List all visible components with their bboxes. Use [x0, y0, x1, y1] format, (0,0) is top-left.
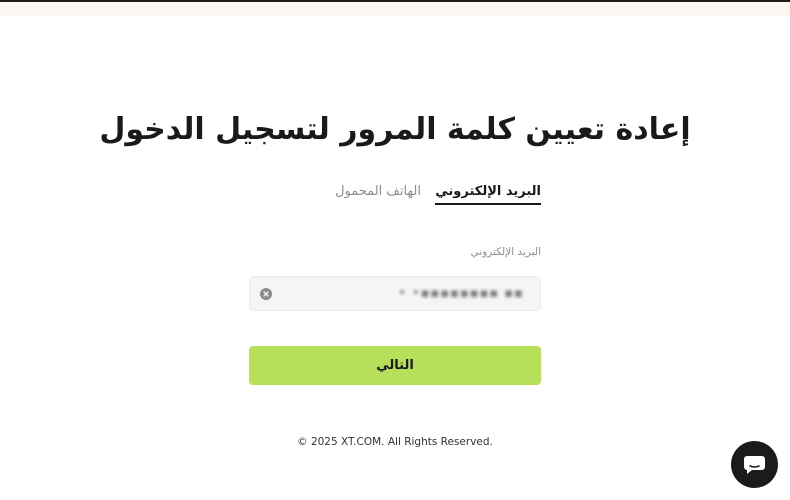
top-bar — [0, 0, 790, 16]
email-field[interactable]: • •▪▪▪▪▪▪▪▪ ▪▪ — [249, 276, 541, 311]
email-input-value[interactable]: • •▪▪▪▪▪▪▪▪ ▪▪ — [398, 286, 524, 301]
clear-icon[interactable] — [260, 288, 272, 300]
tab-email[interactable]: البريد الإلكتروني — [435, 184, 541, 205]
tab-mobile-phone[interactable]: الهاتف المحمول — [335, 184, 421, 203]
chat-support-button[interactable] — [731, 441, 778, 488]
email-field-label: البريد الإلكتروني — [470, 246, 541, 258]
chat-bubble-icon — [744, 456, 765, 474]
copyright-footer: © 2025 XT.COM. All Rights Reserved. — [297, 436, 493, 448]
login-method-tabs: البريد الإلكتروني الهاتف المحمول — [249, 184, 541, 210]
page-title: إعادة تعيين كلمة المرور لتسجيل الدخول — [99, 112, 691, 147]
next-button[interactable]: التالي — [249, 346, 541, 385]
